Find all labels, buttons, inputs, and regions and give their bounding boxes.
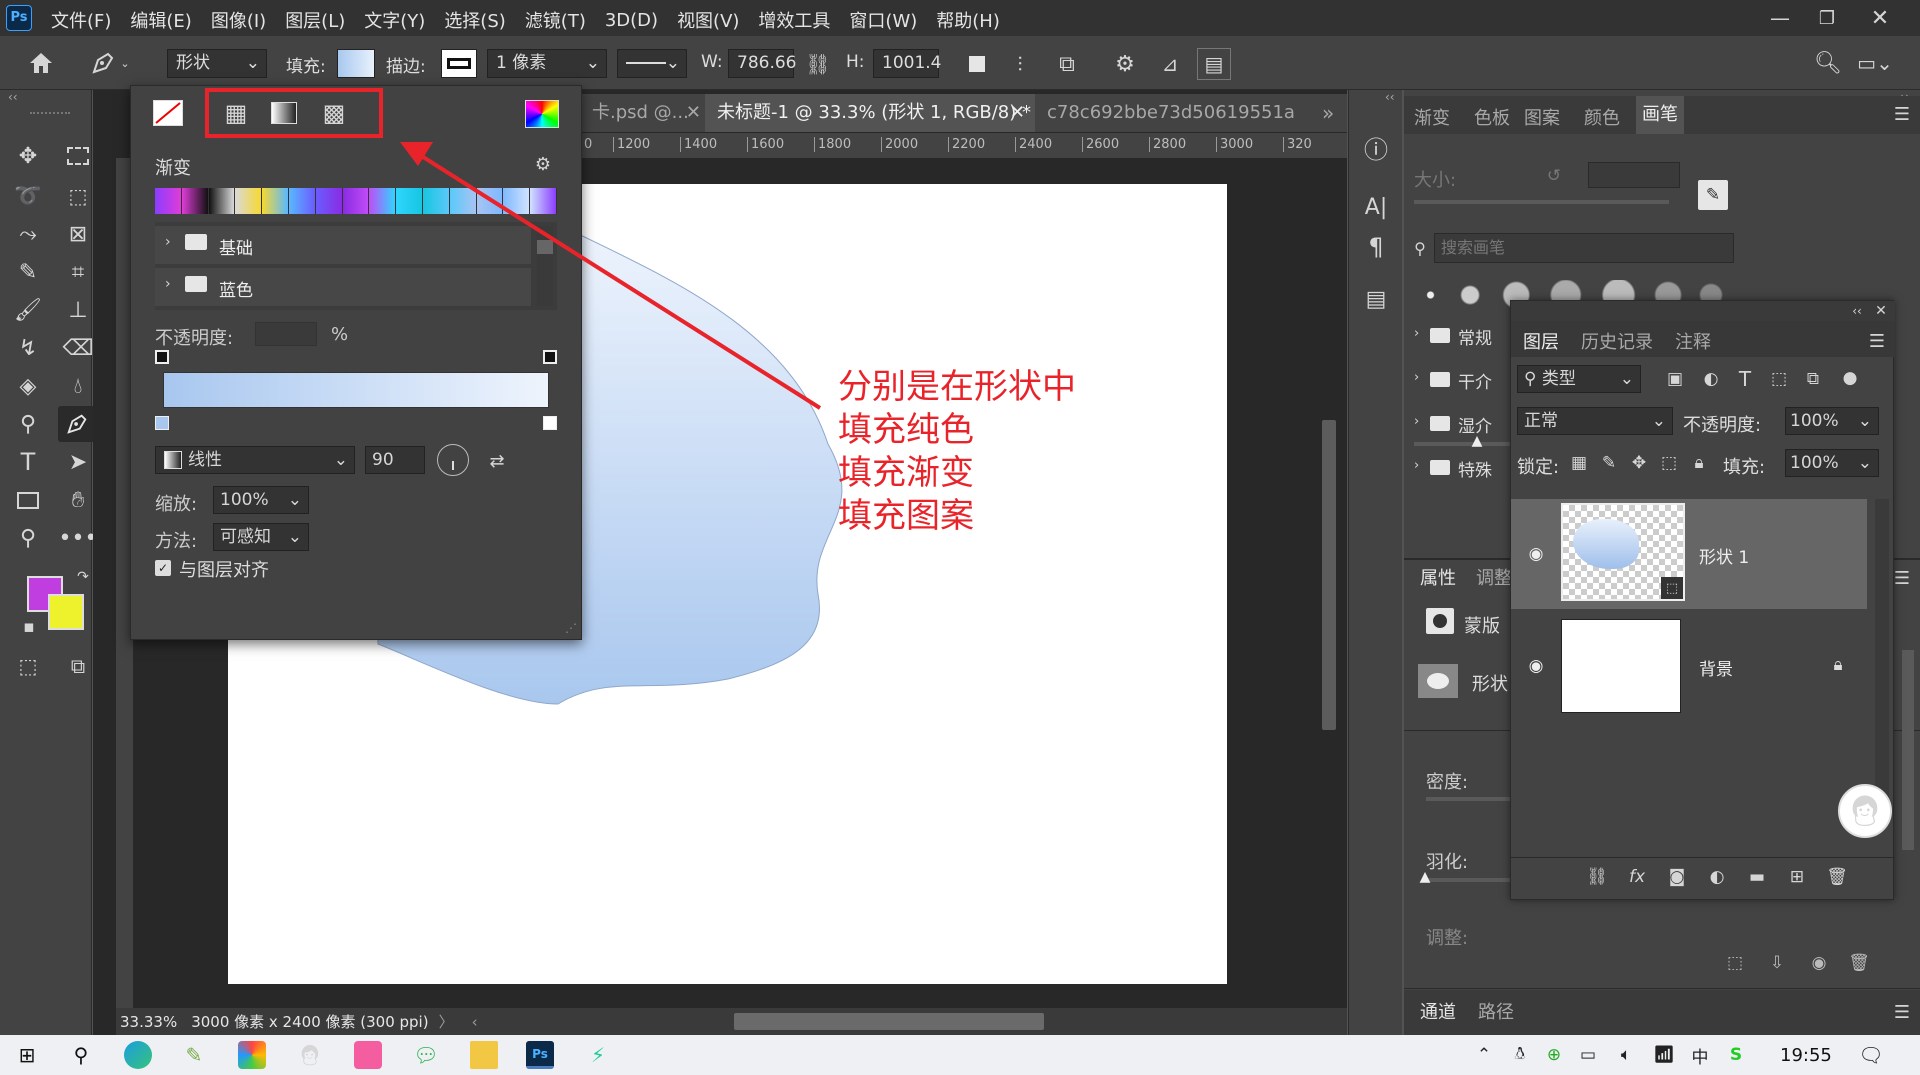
- annotation-text: 分别是在形状中 填充纯色 填充渐变 填充图案: [838, 367, 1076, 536]
- volume-icon[interactable]: 🔈︎: [1614, 1043, 1638, 1067]
- tray-expand-icon[interactable]: ⌃: [1472, 1043, 1496, 1067]
- pinned-app-icon[interactable]: [238, 1041, 266, 1069]
- qq-tray-icon[interactable]: 🐧︎: [1508, 1043, 1532, 1067]
- taskbar: ⊞ ⚲ ✎ 👩︎ 💬︎ Ps ⚡︎ ⌃ 🐧︎ ⊕ ▭ 🔈︎ 📶︎ 中 S 19:…: [0, 1035, 1920, 1075]
- pinned-app-icon[interactable]: ⚡︎: [584, 1041, 612, 1069]
- pinned-app-icon[interactable]: ✎: [180, 1041, 208, 1069]
- pinned-app-icon[interactable]: [354, 1041, 382, 1069]
- sogou-icon[interactable]: S: [1724, 1043, 1748, 1067]
- battery-icon[interactable]: ▭: [1576, 1043, 1600, 1067]
- windows-start-icon[interactable]: ⊞: [12, 1041, 42, 1069]
- file-explorer-icon[interactable]: [470, 1041, 498, 1069]
- wechat-icon[interactable]: 💬︎: [412, 1041, 440, 1069]
- photoshop-taskbar-icon[interactable]: Ps: [526, 1041, 554, 1069]
- edge-browser-icon[interactable]: [124, 1041, 152, 1069]
- notification-icon[interactable]: 🗨︎: [1858, 1043, 1884, 1067]
- network-icon[interactable]: 📶︎: [1652, 1043, 1676, 1067]
- ime-indicator[interactable]: 中: [1688, 1043, 1712, 1068]
- clock[interactable]: 19:55: [1780, 1045, 1832, 1066]
- pinned-app-icon[interactable]: 👩︎: [296, 1041, 324, 1069]
- tray-app-icon[interactable]: ⊕: [1542, 1043, 1566, 1067]
- search-icon[interactable]: ⚲: [66, 1041, 96, 1069]
